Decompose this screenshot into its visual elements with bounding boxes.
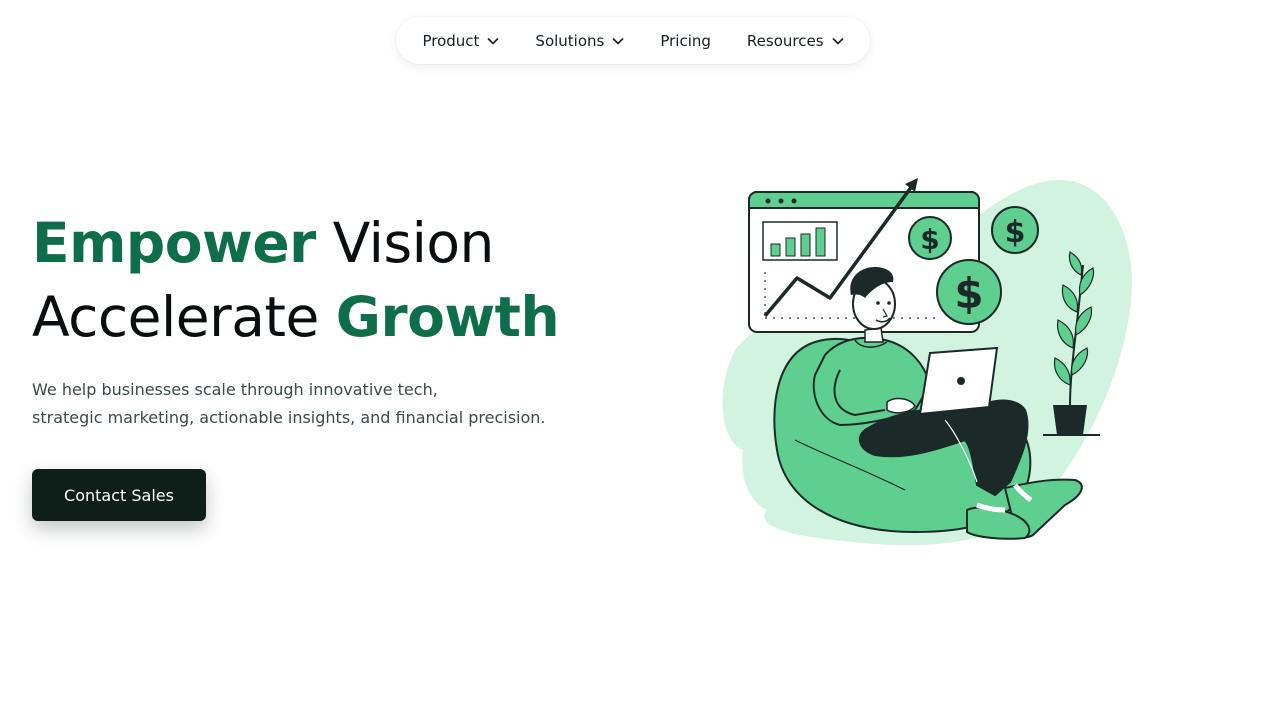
headline-word-accelerate: Accelerate	[32, 285, 319, 349]
nav-item-label: Product	[422, 31, 480, 50]
coin-symbol: $	[920, 223, 939, 256]
top-nav: Product Solutions Pricing Resources	[396, 17, 870, 64]
nav-item-label: Pricing	[660, 31, 711, 50]
nav-item-resources[interactable]: Resources	[747, 32, 844, 50]
hero-illustration: $ $ $	[722, 178, 1132, 546]
dollar-coin-small: $	[991, 206, 1039, 254]
nav-item-label: Solutions	[535, 31, 605, 50]
subtext-line-1: We help businesses scale through innovat…	[32, 380, 438, 399]
contact-sales-button[interactable]: Contact Sales	[32, 469, 206, 521]
dollar-coin-large: $	[936, 259, 1002, 325]
coin-symbol: $	[954, 269, 983, 318]
chevron-down-icon	[831, 37, 844, 45]
nav-item-label: Resources	[746, 31, 824, 50]
headline-word-empower: Empower	[32, 211, 316, 275]
subtext-line-2: strategic marketing, actionable insights…	[32, 408, 546, 427]
headline-word-vision: Vision	[332, 211, 495, 275]
hero-headline: Empower Vision Accelerate Growth	[32, 206, 560, 354]
nav-item-pricing[interactable]: Pricing	[660, 32, 711, 50]
chevron-down-icon	[612, 37, 624, 45]
chevron-down-icon	[487, 37, 499, 45]
nav-item-product[interactable]: Product	[422, 32, 499, 50]
dollar-coin-medium: $	[908, 216, 952, 260]
coin-symbol: $	[1005, 215, 1026, 250]
headline-word-growth: Growth	[335, 285, 560, 349]
hero-subtext: We help businesses scale through innovat…	[32, 376, 592, 432]
nav-item-solutions[interactable]: Solutions	[535, 32, 624, 50]
